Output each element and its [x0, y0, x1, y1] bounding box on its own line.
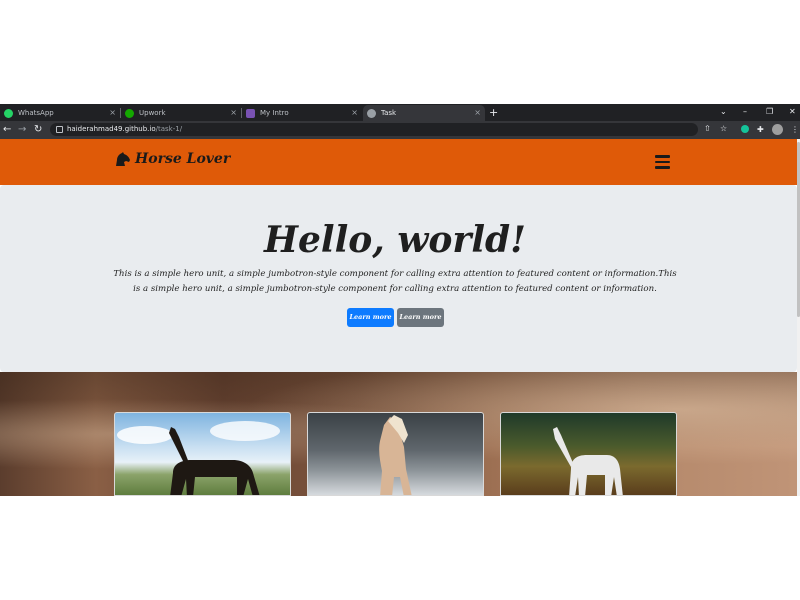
upwork-icon: [125, 108, 134, 118]
close-icon[interactable]: ×: [230, 108, 237, 118]
close-icon[interactable]: ×: [109, 108, 116, 118]
profile-avatar[interactable]: [772, 124, 783, 135]
tab-label: Task: [381, 109, 397, 117]
minimize-icon[interactable]: –: [743, 106, 747, 118]
browser-chrome: WhatsApp × Upwork × My Intro × Task × + …: [0, 104, 800, 139]
horse-card-image[interactable]: [307, 412, 484, 496]
tab-label: My Intro: [260, 109, 289, 117]
tab-my-intro[interactable]: My Intro ×: [242, 105, 362, 121]
reload-icon[interactable]: ↻: [34, 123, 42, 136]
hero-description: This is a simple hero unit, a simple jum…: [113, 269, 677, 294]
window-close-icon[interactable]: ✕: [789, 106, 796, 118]
dark-horse-photo: [117, 421, 280, 495]
address-bar[interactable]: haiderahmad49.github.io/task-1/ ⇧ ☆: [50, 123, 727, 136]
close-icon[interactable]: ×: [351, 108, 358, 118]
tab-upwork[interactable]: Upwork ×: [121, 105, 242, 121]
learn-more-secondary-button[interactable]: Learn more: [397, 308, 444, 327]
back-icon[interactable]: ←: [3, 123, 11, 136]
tab-task[interactable]: Task ×: [363, 105, 485, 121]
brand-title: Horse Lover: [135, 151, 231, 167]
tab-strip: WhatsApp × Upwork × My Intro × Task × + …: [0, 104, 800, 121]
url-path: /task-1/: [155, 125, 183, 133]
palomino-horse-photo: [379, 415, 412, 495]
hamburger-menu-icon[interactable]: [655, 155, 670, 169]
close-icon[interactable]: ×: [474, 108, 481, 118]
horse-card-image[interactable]: [114, 412, 291, 496]
forward-icon[interactable]: →: [18, 123, 26, 136]
tab-whatsapp[interactable]: WhatsApp ×: [0, 105, 121, 121]
globe-icon: [367, 108, 376, 118]
whatsapp-icon: [4, 108, 13, 118]
white-horse-photo: [553, 427, 623, 495]
bookmark-star-icon[interactable]: ☆: [720, 123, 727, 135]
browser-menu-icon[interactable]: ⋮: [791, 124, 799, 136]
bootstrap-icon: [246, 108, 255, 118]
restore-icon[interactable]: ❐: [766, 106, 773, 118]
browser-toolbar: ← → ↻ haiderahmad49.github.io/task-1/ ⇧ …: [0, 121, 800, 139]
url-text: haiderahmad49.github.io/task-1/: [67, 123, 182, 136]
new-tab-icon[interactable]: +: [489, 107, 498, 118]
horse-head-icon: [116, 151, 130, 166]
url-host: haiderahmad49.github.io: [67, 125, 156, 133]
extensions-puzzle-icon[interactable]: ✚: [757, 124, 764, 136]
horse-card-image[interactable]: [500, 412, 677, 496]
hero-title: Hello, world!: [264, 219, 526, 261]
tab-search-chevron-icon[interactable]: ⌄: [720, 106, 727, 118]
tab-label: Upwork: [139, 109, 166, 117]
learn-more-primary-button[interactable]: Learn more: [347, 308, 394, 327]
tab-label: WhatsApp: [18, 109, 54, 117]
share-icon[interactable]: ⇧: [704, 123, 711, 135]
lock-icon[interactable]: [56, 126, 63, 133]
grammarly-icon[interactable]: [741, 125, 749, 133]
brand-link[interactable]: Horse Lover: [114, 151, 230, 167]
